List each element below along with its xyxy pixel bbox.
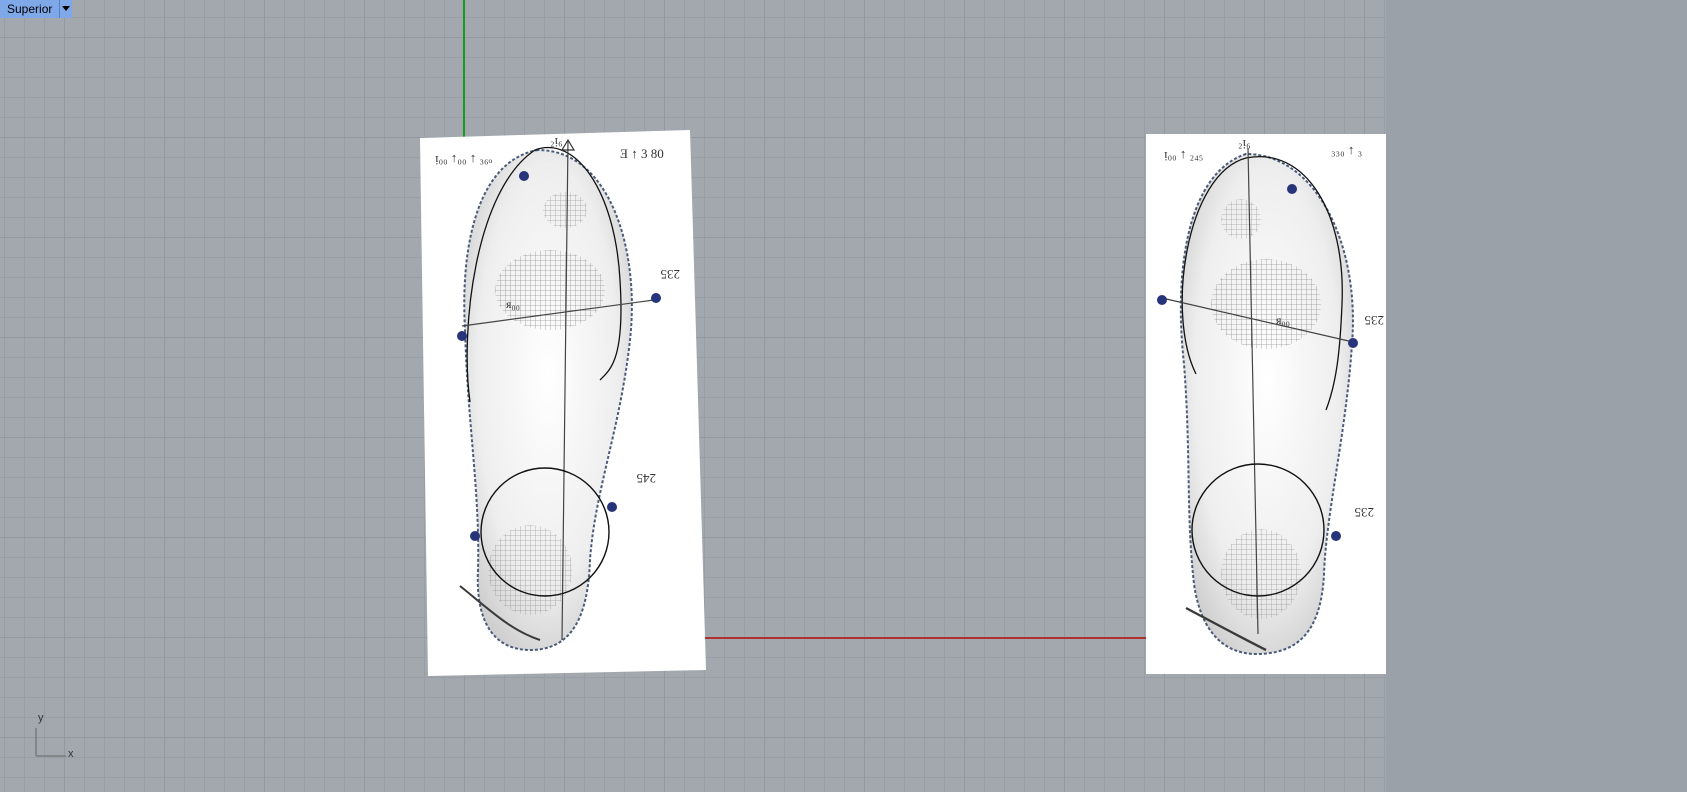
annotation-top-right: Ǝ ↑ 3 80 <box>620 146 664 161</box>
annotation-center: ᴙ₀₀ <box>1276 313 1290 327</box>
top-viewport[interactable]: Superior ᴉ₀₀ ↑₀₀ ↑ ₃₆ₒ ₂ᴉ₆ Ǝ ↑ 3 80 235 … <box>0 0 1386 792</box>
left-insole-image[interactable]: ᴉ₀₀ ↑₀₀ ↑ ₃₆ₒ ₂ᴉ₆ Ǝ ↑ 3 80 235 245 ᴙ₀₀ <box>420 130 706 676</box>
annotation-side-upper: 235 <box>1365 313 1385 328</box>
annotation-top-center: ₂ᴉ₆ <box>550 132 563 147</box>
annotation-side-lower: 245 <box>637 471 657 486</box>
annotation-top-right: ₃₃₀ ↑ ₃ <box>1331 142 1362 157</box>
annotation-center: ᴙ₀₀ <box>506 297 520 311</box>
viewport-name[interactable]: Superior <box>0 0 61 18</box>
right-insole-image[interactable]: ᴉ₀₀ ↑ ₂₄₅ ₂ᴉ₆ ₃₃₀ ↑ ₃ 235 235 ᴙ₀₀ <box>1146 134 1386 674</box>
triangle-down-icon[interactable] <box>60 0 73 18</box>
annotation-top-left: ᴉ₀₀ ↑ ₂₄₅ <box>1164 146 1203 161</box>
viewport-title-tab[interactable]: Superior <box>0 0 73 18</box>
annotation-side-upper: 235 <box>661 267 681 282</box>
world-y-axis <box>463 0 465 140</box>
annotation-top-center: ₂ᴉ₆ <box>1238 134 1251 149</box>
annotation-side-lower: 235 <box>1355 505 1375 520</box>
world-x-axis <box>704 637 1148 639</box>
axis-y-label: y <box>38 712 44 724</box>
axis-x-label: x <box>68 748 74 760</box>
annotation-top-left: ᴉ₀₀ ↑₀₀ ↑ ₃₆ₒ <box>435 150 493 165</box>
viewport-gutter <box>1386 0 1687 792</box>
